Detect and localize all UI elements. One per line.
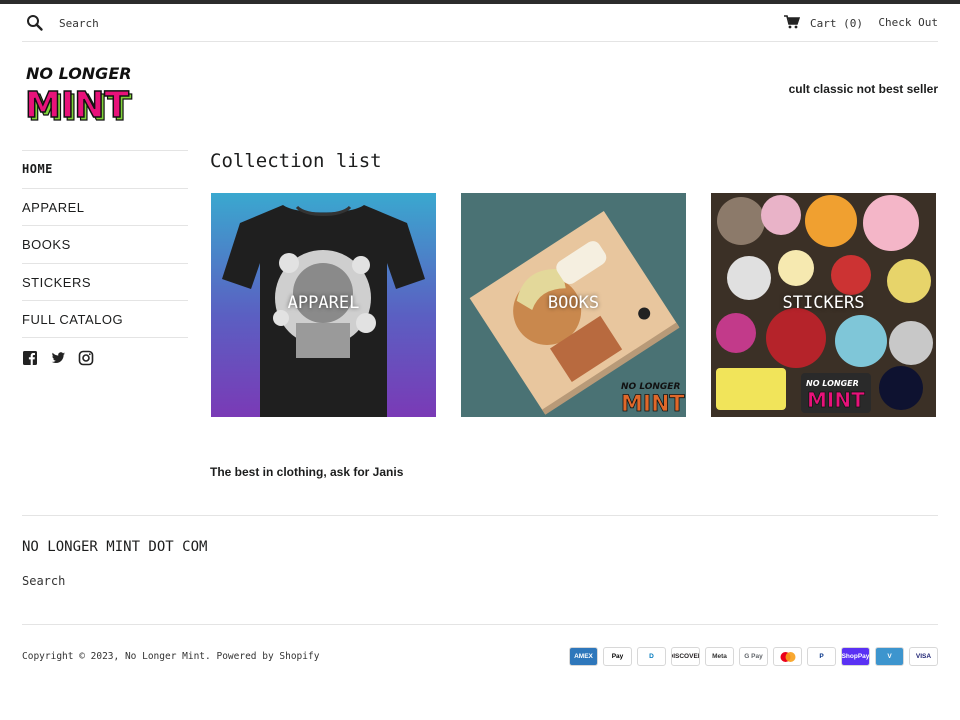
facebook-icon[interactable]: [22, 350, 38, 366]
sidebar-item-full-catalog[interactable]: FULL CATALOG: [22, 300, 188, 338]
copyright-suffix: .: [205, 651, 217, 662]
footer-search-link[interactable]: Search: [22, 574, 65, 588]
cart-label: Cart (0): [810, 16, 863, 30]
sidebar-nav: HOME APPAREL BOOKS STICKERS FULL CATALOG: [22, 150, 188, 338]
svg-text:MINT: MINT: [807, 388, 865, 412]
payment-icon: Meta: [705, 647, 734, 666]
copyright: Copyright © 2023, No Longer Mint. Powere…: [22, 651, 319, 662]
collection-tile-stickers[interactable]: NO LONGER MINT STICKERS: [711, 193, 936, 417]
footer-title: NO LONGER MINT DOT COM: [22, 539, 208, 555]
payment-icon: D: [637, 647, 666, 666]
sidebar-item-apparel[interactable]: APPAREL: [22, 187, 188, 226]
svg-text:NO LONGER: NO LONGER: [806, 379, 859, 388]
sidebar-item-stickers[interactable]: STICKERS: [22, 262, 188, 301]
svg-text:NO LONGER: NO LONGER: [621, 382, 680, 392]
instagram-icon[interactable]: [78, 350, 94, 366]
header-bar: Cart (0) Check Out: [22, 4, 938, 42]
cart-icon: [784, 14, 801, 32]
checkout-link[interactable]: Check Out: [878, 14, 938, 32]
logo-line1: NO LONGER: [26, 64, 132, 83]
copyright-store-link[interactable]: No Longer Mint: [125, 651, 205, 662]
sidebar-item-books[interactable]: BOOKS: [22, 225, 188, 263]
payment-icon: G Pay: [739, 647, 768, 666]
search-input[interactable]: [59, 13, 259, 33]
collection-tile-books[interactable]: NO LONGER MINT BOOKS: [461, 193, 686, 417]
payment-icon: AMEX: [569, 647, 598, 666]
search-icon[interactable]: [26, 14, 44, 32]
footer-divider-bottom: [22, 624, 938, 625]
payment-icon: [773, 647, 802, 666]
payment-icon: VISA: [909, 647, 938, 666]
powered-by-link[interactable]: Powered by Shopify: [216, 651, 319, 662]
social-links: [22, 350, 94, 366]
store-tagline: cult classic not best seller: [788, 82, 938, 96]
collection-label-stickers: STICKERS: [782, 293, 865, 313]
payment-icon: ShopPay: [841, 647, 870, 666]
collection-tile-apparel[interactable]: APPAREL: [211, 193, 436, 417]
collection-label-books: BOOKS: [547, 293, 600, 313]
sidebar-item-home[interactable]: HOME: [22, 150, 188, 188]
payment-icons: AMEX Pay D DISCOVER Meta G Pay P ShopPay V VISA: [569, 647, 938, 666]
payment-icon: DISCOVER: [671, 647, 700, 666]
collection-label-apparel: APPAREL: [287, 293, 360, 313]
copyright-prefix: Copyright © 2023,: [22, 651, 125, 662]
footer-divider: [22, 515, 938, 516]
payment-icon: P: [807, 647, 836, 666]
store-logo[interactable]: NO LONGER MINT MINT: [24, 62, 136, 130]
page-title: Collection list: [210, 150, 382, 172]
logo-line2: MINT: [25, 85, 129, 126]
payment-icon: Pay: [603, 647, 632, 666]
payment-icon: V: [875, 647, 904, 666]
twitter-icon[interactable]: [50, 350, 66, 366]
homepage-blurb: The best in clothing, ask for Janis: [210, 465, 404, 479]
svg-text:MINT: MINT: [621, 392, 685, 417]
cart-link[interactable]: Cart (0): [784, 14, 863, 32]
